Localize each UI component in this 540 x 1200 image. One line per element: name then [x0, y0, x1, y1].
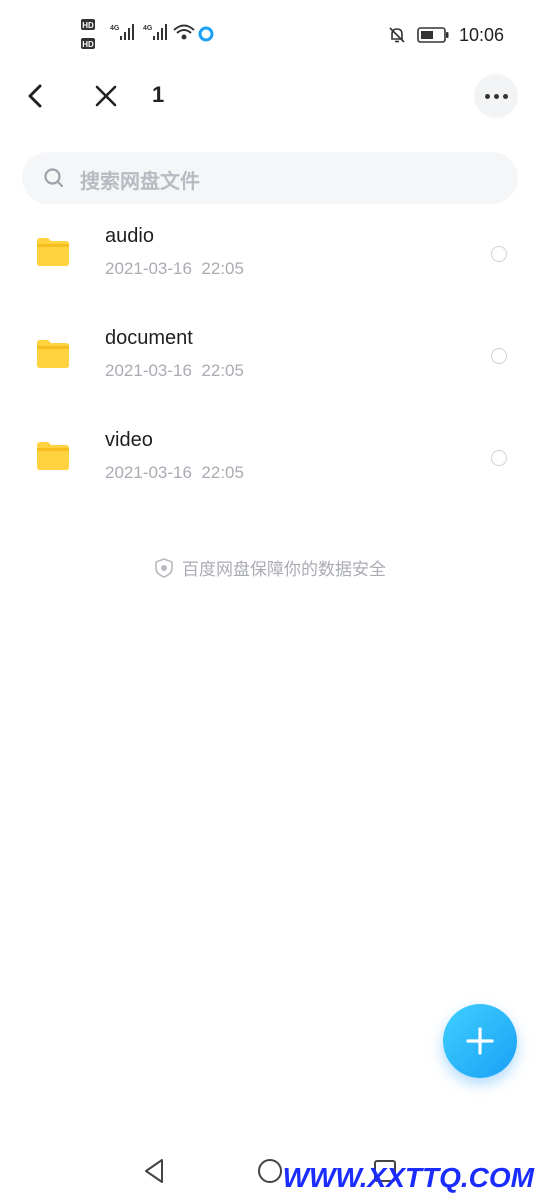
watermark: WWW.XXTTQ.COM [282, 1162, 534, 1193]
file-list: audio 2021-03-16 22:05 document 2021-03-… [0, 205, 540, 511]
search-bar[interactable]: 搜索网盘文件 [22, 152, 518, 204]
top-bar: 1 [0, 70, 540, 126]
svg-text:4G: 4G [143, 25, 153, 32]
list-item[interactable]: audio 2021-03-16 22:05 [0, 205, 540, 307]
shield-icon [155, 558, 173, 578]
list-item[interactable]: document 2021-03-16 22:05 [0, 307, 540, 409]
search-input[interactable]: 搜索网盘文件 [80, 165, 200, 194]
folder-icon [37, 340, 69, 368]
back-icon[interactable] [20, 80, 52, 112]
wifi-icon [173, 24, 195, 40]
status-left-icons: HD HD 4G 4G [81, 19, 214, 49]
security-note: 百度网盘保障你的数据安全 [0, 555, 540, 580]
security-note-text: 百度网盘保障你的数据安全 [182, 560, 386, 580]
nav-back-icon[interactable] [142, 1158, 168, 1184]
close-icon[interactable] [90, 80, 122, 112]
hd-icon: HD HD [81, 19, 95, 49]
svg-text:HD: HD [82, 21, 94, 30]
signal-4g-icon: 4G 4G [110, 24, 167, 40]
file-name: document [105, 327, 193, 349]
more-icon [484, 93, 490, 99]
search-icon [44, 168, 64, 188]
more-options-button[interactable] [474, 74, 518, 118]
folder-icon [37, 238, 69, 266]
more-icon-dot [493, 93, 499, 99]
select-checkbox[interactable] [491, 348, 507, 364]
browser-icon [198, 26, 214, 42]
list-item[interactable]: video 2021-03-16 22:05 [0, 409, 540, 511]
status-time: 10:06 [458, 24, 504, 45]
plus-icon [466, 1027, 494, 1055]
select-checkbox[interactable] [491, 246, 507, 262]
selected-count: 1 [152, 82, 165, 107]
file-date: 2021-03-16 22:05 [105, 259, 244, 278]
battery-icon [417, 27, 449, 43]
file-name: audio [105, 225, 154, 247]
status-bar: HD HD 4G 4G 10:06 [0, 0, 540, 70]
select-checkbox[interactable] [491, 450, 507, 466]
nav-home-icon[interactable] [257, 1158, 283, 1184]
file-date: 2021-03-16 22:05 [105, 463, 244, 482]
svg-text:HD: HD [82, 40, 94, 49]
add-button[interactable] [443, 1004, 517, 1078]
file-name: video [105, 429, 153, 451]
folder-icon [37, 442, 69, 470]
svg-text:4G: 4G [110, 25, 120, 32]
file-date: 2021-03-16 22:05 [105, 361, 244, 380]
bell-off-icon [389, 27, 405, 43]
more-icon-dot [502, 93, 508, 99]
